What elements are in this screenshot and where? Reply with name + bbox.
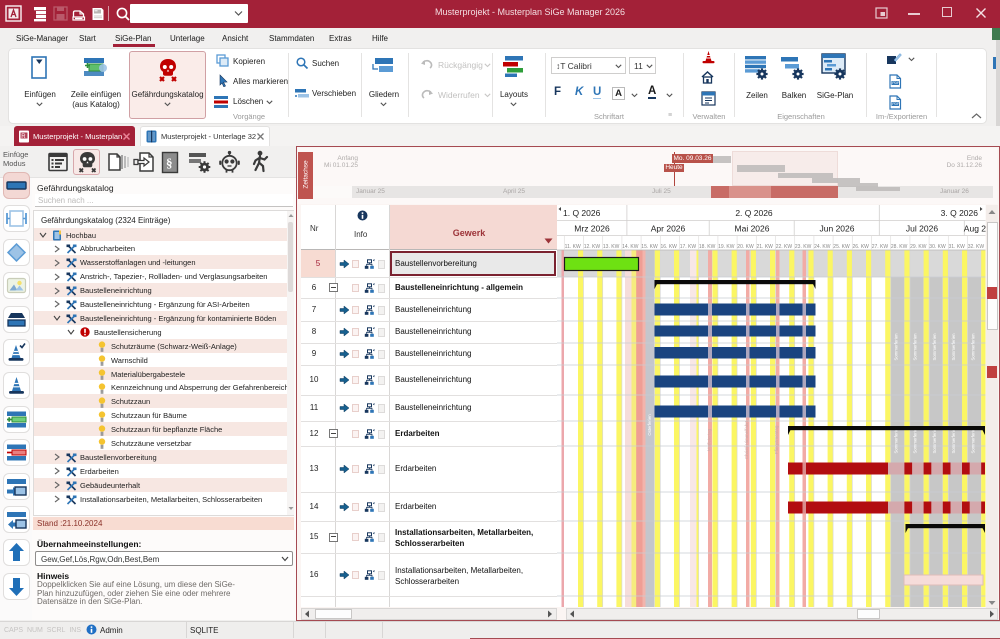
svg-text:Jul 2026: Jul 2026	[906, 224, 938, 234]
svg-text:14. KW: 14. KW	[622, 244, 639, 250]
svg-text:32. KW: 32. KW	[968, 244, 985, 250]
svg-text:21. KW: 21. KW	[756, 244, 773, 250]
svg-text:3. Q 2026: 3. Q 2026	[941, 208, 979, 218]
svg-text:Sommerferien: Sommerferien	[913, 333, 918, 361]
svg-text:26. KW: 26. KW	[852, 244, 869, 250]
svg-text:31. KW: 31. KW	[948, 244, 965, 250]
svg-text:Aug 2026: Aug 2026	[964, 224, 986, 234]
svg-text:29. KW: 29. KW	[910, 244, 927, 250]
svg-text:17. KW: 17. KW	[680, 244, 697, 250]
svg-text:23. KW: 23. KW	[795, 244, 812, 250]
svg-text:R: R	[21, 134, 26, 140]
svg-text:16. KW: 16. KW	[660, 244, 677, 250]
svg-text:18. KW: 18. KW	[699, 244, 716, 250]
svg-text:Sommerferien: Sommerferien	[970, 333, 975, 361]
svg-text:27. KW: 27. KW	[872, 244, 889, 250]
svg-text:Maifeiertag: Maifeiertag	[707, 428, 712, 451]
svg-text:13. KW: 13. KW	[603, 244, 620, 250]
svg-text:Mai 2026: Mai 2026	[735, 224, 770, 234]
svg-text:Christi Himmelfahrt: Christi Himmelfahrt	[744, 420, 749, 459]
svg-text:PDF: PDF	[892, 102, 899, 106]
svg-text:22. KW: 22. KW	[776, 244, 793, 250]
svg-text:20. KW: 20. KW	[737, 244, 754, 250]
svg-text:Apr 2026: Apr 2026	[651, 224, 686, 234]
svg-text:15. KW: 15. KW	[641, 244, 658, 250]
svg-text:Osterferien: Osterferien	[647, 414, 652, 436]
svg-text:25. KW: 25. KW	[833, 244, 850, 250]
svg-text:30. KW: 30. KW	[929, 244, 946, 250]
svg-text:Sommerferien: Sommerferien	[951, 333, 956, 361]
svg-text:Mrz 2026: Mrz 2026	[574, 224, 610, 234]
svg-text:Sommerferien: Sommerferien	[894, 333, 899, 361]
svg-text:Pfingstmontag: Pfingstmontag	[774, 425, 779, 454]
svg-text:§: §	[166, 156, 173, 171]
svg-text:Sommerferien: Sommerferien	[932, 333, 937, 361]
svg-text:19. KW: 19. KW	[718, 244, 735, 250]
svg-text:11. KW: 11. KW	[565, 244, 581, 250]
svg-text:PDF: PDF	[892, 81, 899, 85]
svg-text:28. KW: 28. KW	[891, 244, 908, 250]
svg-text:Jun 2026: Jun 2026	[820, 224, 855, 234]
svg-text:24. KW: 24. KW	[814, 244, 831, 250]
svg-text:2. Q 2026: 2. Q 2026	[735, 208, 773, 218]
svg-text:1. Q 2026: 1. Q 2026	[563, 208, 601, 218]
svg-text:12. KW: 12. KW	[584, 244, 601, 250]
